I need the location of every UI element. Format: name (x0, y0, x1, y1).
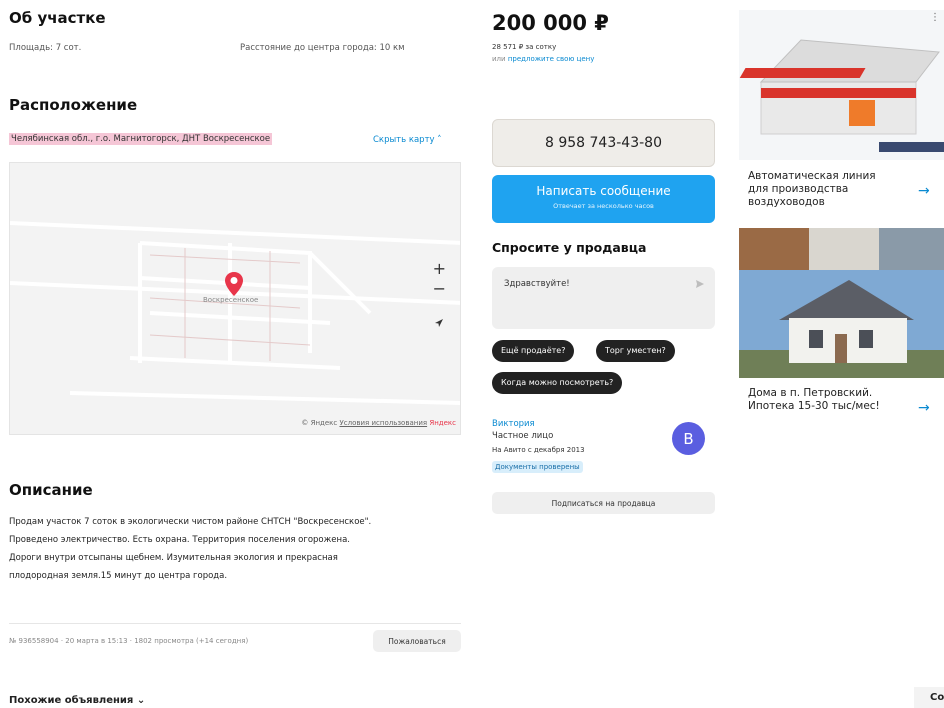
seller-since: На Авито с декабря 2013 (492, 446, 585, 454)
seller-type: Частное лицо (492, 431, 554, 441)
seller-name-link[interactable]: Виктория (492, 419, 535, 429)
ask-input-value: Здравствуйте! (504, 279, 570, 289)
map-attribution: © Яндекс Условия использования Яндекс (301, 419, 456, 427)
address-text: Челябинская обл., г.о. Магнитогорск, ДНТ… (9, 133, 273, 145)
map-brand: Яндекс (429, 419, 456, 427)
similar-ads-toggle[interactable]: Похожие объявления ⌄ (9, 695, 145, 706)
send-icon[interactable] (695, 279, 705, 289)
quick-question-chip[interactable]: Ещё продаёте? (492, 340, 575, 362)
locate-arrow-icon[interactable] (434, 318, 444, 328)
ad-image-house[interactable] (739, 270, 944, 378)
arrow-right-icon[interactable]: → (918, 183, 930, 199)
description-line: Проведено электричество. Есть охрана. Те… (9, 535, 350, 545)
phone-button[interactable]: 8 958 743-43-80 (492, 119, 715, 167)
subscribe-seller-button[interactable]: Подписаться на продавца (492, 492, 715, 514)
plot-heading: Об участке (9, 9, 106, 27)
map-zoom-in[interactable]: + (433, 261, 446, 277)
map-pin-icon (225, 272, 243, 296)
quick-question-chip[interactable]: Торг уместен? (596, 340, 675, 362)
description-text: Продам участок 7 соток в экологически чи… (9, 513, 371, 585)
write-message-button[interactable]: Написать сообщение Отвечает за несколько… (492, 175, 715, 223)
documents-verified-badge: Документы проверены (492, 461, 583, 473)
price-per-unit: 28 571 ₽ за сотку (492, 43, 557, 51)
description-heading: Описание (9, 481, 93, 499)
map-copyright: © Яндекс (301, 419, 338, 427)
divider (9, 623, 461, 624)
complain-button[interactable]: Пожаловаться (373, 630, 461, 652)
map-zoom-out[interactable]: − (433, 281, 446, 297)
ask-heading: Спросите у продавца (492, 240, 647, 255)
write-message-sub: Отвечает за несколько часов (553, 202, 654, 210)
listing-meta: № 936558904 · 20 марта в 15:13 · 1802 пр… (9, 637, 249, 645)
description-line: Продам участок 7 соток в экологически чи… (9, 517, 372, 527)
map-terms-link[interactable]: Условия использования (339, 419, 427, 427)
map-place-label: Воскресенское (203, 296, 259, 304)
offer-price-link[interactable]: предложите свою цену (508, 55, 595, 63)
description-line: плодородная земля.15 минут до центра гор… (9, 571, 228, 581)
ad-image-strip[interactable] (739, 228, 944, 270)
seller-avatar[interactable]: B (672, 422, 705, 455)
ad-menu-icon[interactable]: ⋮ (930, 12, 940, 23)
plot-distance: Расстояние до центра города: 10 км (240, 43, 405, 53)
cut-off-button[interactable]: Со (914, 687, 944, 708)
map-widget[interactable]: Воскресенское + − © Яндекс Условия испол… (9, 162, 461, 435)
ad-title[interactable]: Дома в п. Петровский. Ипотека 15-30 тыс/… (748, 387, 898, 413)
hide-map-link[interactable]: Скрыть карту ˄ (373, 135, 442, 145)
arrow-right-icon[interactable]: → (918, 400, 930, 416)
write-message-label: Написать сообщение (536, 184, 671, 198)
price-value: 200 000 ₽ (492, 11, 609, 35)
plot-area: Площадь: 7 сот. (9, 43, 82, 53)
price-offer-prefix: или (492, 55, 508, 63)
description-line: Дороги внутри отсыпаны щебнем. Изумитель… (9, 553, 338, 563)
photo-tile (879, 228, 944, 270)
machine-illustration (739, 39, 944, 152)
photo-tile (809, 228, 879, 270)
location-heading: Расположение (9, 96, 138, 114)
house-illustration (739, 280, 944, 378)
quick-question-chip[interactable]: Когда можно посмотреть? (492, 372, 623, 394)
photo-tile (739, 228, 809, 270)
ad-title[interactable]: Автоматическая линия для производства во… (748, 170, 898, 209)
ad-image-machine[interactable]: ⋮ (739, 10, 944, 160)
price-offer: или предложите свою цену (492, 55, 594, 63)
ask-input[interactable]: Здравствуйте! (492, 267, 715, 329)
